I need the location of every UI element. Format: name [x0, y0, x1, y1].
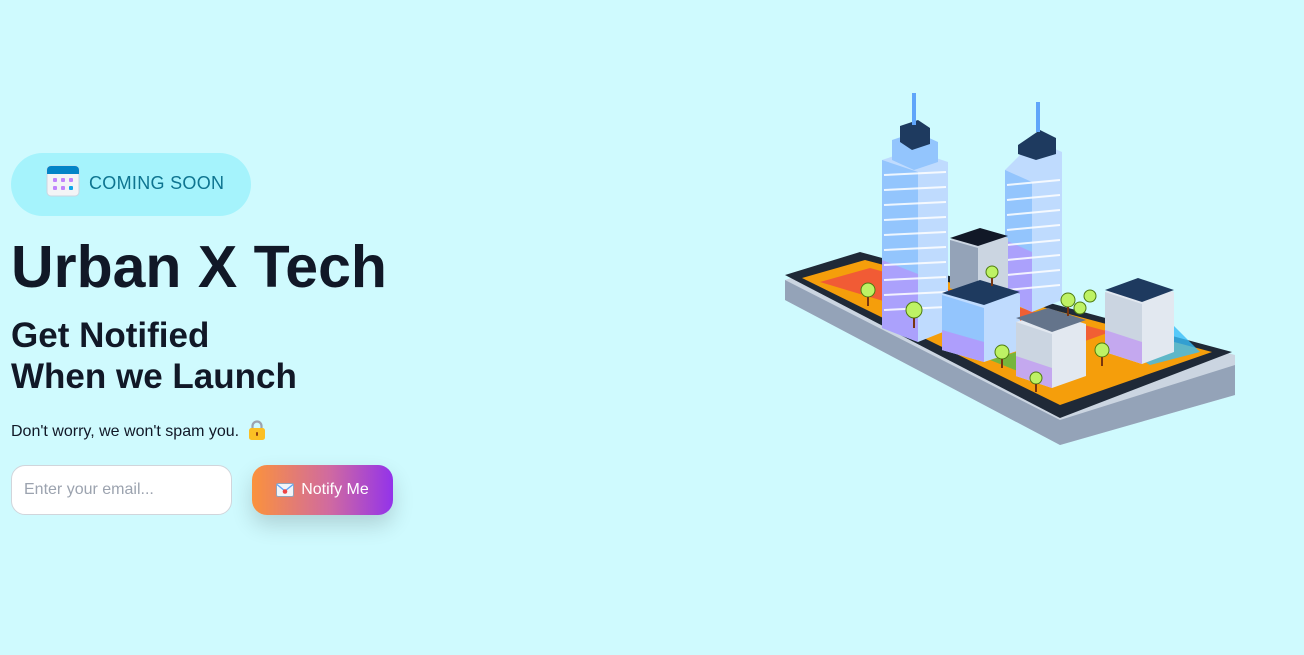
envelope-icon	[276, 483, 295, 497]
coming-soon-page: COMING SOON Urban X Tech Get Notified Wh…	[0, 0, 1304, 655]
coming-soon-badge: COMING SOON	[11, 153, 251, 216]
subtitle-line-1: Get Notified	[11, 316, 210, 355]
coming-soon-label: COMING SOON	[89, 173, 225, 193]
email-input[interactable]	[11, 465, 232, 515]
subtitle-line-2: When we Launch	[11, 357, 297, 396]
lock-icon	[249, 420, 266, 440]
notify-me-button[interactable]: Notify Me	[252, 465, 393, 515]
page-title: Urban X Tech	[11, 234, 387, 300]
notify-me-label: Notify Me	[301, 481, 369, 498]
no-spam-notice: Don't worry, we won't spam you.	[11, 420, 266, 444]
smartphone-city-illustration	[785, 93, 1235, 445]
no-spam-text: Don't worry, we won't spam you.	[11, 423, 240, 440]
page-subtitle: Get Notified When we Launch	[11, 315, 297, 397]
calendar-icon	[46, 165, 80, 196]
